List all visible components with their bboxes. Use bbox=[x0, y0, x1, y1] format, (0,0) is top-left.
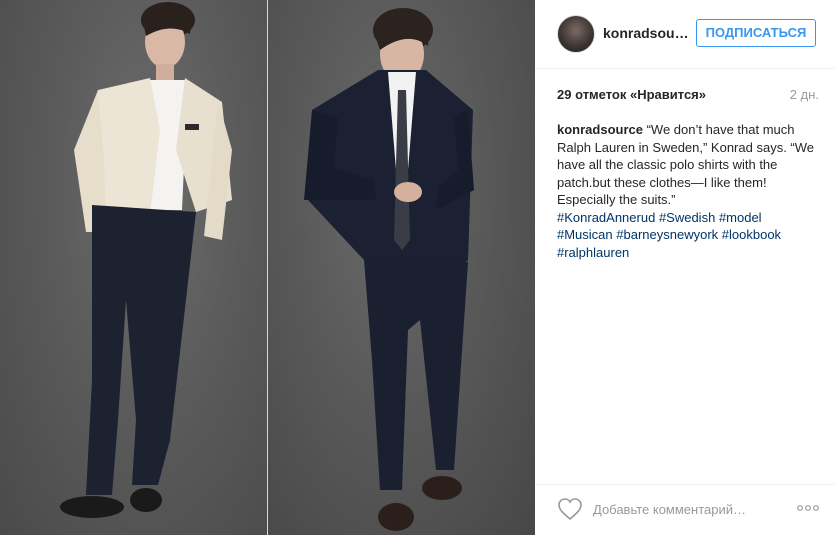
comment-input[interactable] bbox=[593, 500, 763, 518]
avatar[interactable] bbox=[557, 15, 595, 53]
caption-username-link[interactable]: konradsource bbox=[557, 122, 643, 137]
post-photo[interactable] bbox=[0, 0, 535, 535]
likes-row: 29 отметок «Нравится» 2 дн. bbox=[557, 87, 819, 105]
model-figure-right bbox=[304, 8, 474, 531]
hashtag-link[interactable]: #ralphlauren bbox=[557, 245, 629, 260]
post-side-panel: konradsou… ПОДПИСАТЬСЯ 29 отметок «Нрави… bbox=[535, 0, 835, 535]
hashtag-link[interactable]: #barneysnewyork bbox=[616, 227, 718, 242]
post-caption: konradsource “We don’t have that much Ra… bbox=[557, 121, 821, 261]
post-age[interactable]: 2 дн. bbox=[790, 87, 819, 102]
post-header: konradsou… ПОДПИСАТЬСЯ bbox=[535, 0, 835, 69]
hashtag-link[interactable]: #Musican bbox=[557, 227, 613, 242]
more-options-icon[interactable] bbox=[796, 502, 820, 514]
hashtag-link[interactable]: #Swedish bbox=[659, 210, 715, 225]
heart-outline-icon[interactable] bbox=[557, 497, 583, 521]
model-figure-left bbox=[60, 2, 232, 518]
hashtag-link[interactable]: #KonradAnnerud bbox=[557, 210, 655, 225]
photo-model-navy-suit bbox=[268, 0, 535, 535]
post-footer bbox=[535, 484, 835, 536]
hashtag-link[interactable]: #lookbook bbox=[722, 227, 781, 242]
likes-count[interactable]: 29 отметок «Нравится» bbox=[557, 87, 706, 102]
username-link[interactable]: konradsou… bbox=[603, 25, 695, 41]
photo-model-cream-blazer bbox=[0, 0, 267, 535]
hashtag-link[interactable]: #model bbox=[719, 210, 762, 225]
follow-button[interactable]: ПОДПИСАТЬСЯ bbox=[696, 19, 816, 47]
